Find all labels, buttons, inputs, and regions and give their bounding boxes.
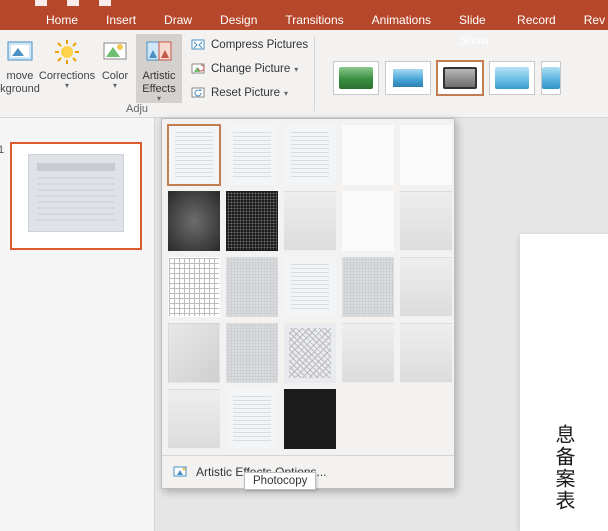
slide-thumbnail-1[interactable]: 1 [10, 142, 142, 250]
chevron-down-icon: ▾ [65, 81, 69, 90]
chevron-down-icon: ▾ [284, 89, 288, 98]
brightness-icon [53, 38, 81, 66]
artistic-effect-texturizer[interactable] [226, 323, 278, 383]
slide-thumbnail-pane[interactable]: 1 [0, 118, 155, 531]
picture-style-5[interactable] [541, 61, 561, 95]
tab-review[interactable]: Rev [570, 10, 608, 30]
artistic-effect-glass[interactable] [400, 257, 452, 317]
artistic-effect-line-drawing[interactable] [400, 125, 452, 185]
picture-styles-gallery[interactable] [315, 30, 561, 117]
tab-home[interactable]: Home [32, 10, 92, 30]
artistic-effects-label: Artistic Effects [142, 70, 175, 96]
artistic-effect-blur[interactable] [400, 191, 452, 251]
remove-background-label: move kground [0, 70, 40, 96]
artistic-effects-button[interactable]: Artistic Effects ▾ [136, 34, 182, 103]
artistic-effect-paint-strokes[interactable] [226, 191, 278, 251]
adjust-small-buttons: Compress Pictures Change Picture ▾ Reset… [186, 30, 314, 117]
artistic-effect-glow-edges[interactable] [284, 389, 336, 449]
picture-style-1[interactable] [333, 61, 379, 95]
artistic-effect-cutout[interactable] [168, 389, 220, 449]
artistic-effect-cement[interactable] [168, 323, 220, 383]
reset-picture-button[interactable]: Reset Picture ▾ [190, 82, 308, 104]
qat-icon[interactable] [67, 0, 79, 6]
corrections-button[interactable]: Corrections ▾ [40, 34, 94, 103]
reset-picture-label: Reset Picture [211, 87, 280, 99]
tooltip-photocopy: Photocopy [244, 472, 316, 490]
artistic-effect-none[interactable] [168, 125, 220, 185]
qat-icon[interactable] [99, 0, 111, 6]
slide-thumbnail-image [28, 154, 124, 232]
color-button[interactable]: Color ▾ [94, 34, 136, 103]
tab-slideshow[interactable]: Slide Show [445, 10, 503, 30]
compress-pictures-label: Compress Pictures [211, 39, 308, 51]
chevron-down-icon: ▾ [294, 65, 298, 74]
slide-text-vertical: 息备案表 [549, 424, 578, 512]
artistic-effect-paint-brush[interactable] [284, 191, 336, 251]
artistic-effect-mosaic-bubbles[interactable] [342, 257, 394, 317]
chevron-down-icon: ▾ [113, 81, 117, 90]
tab-insert[interactable]: Insert [92, 10, 150, 30]
ribbon: move kground Corrections ▾ Color ▾ Artis… [0, 30, 608, 118]
qat-icon[interactable] [35, 0, 47, 6]
artistic-effect-pastels-smooth[interactable] [342, 323, 394, 383]
picture-style-2[interactable] [385, 61, 431, 95]
artistic-effect-film-grain[interactable] [284, 257, 336, 317]
change-picture-icon [190, 61, 206, 77]
compress-icon [190, 37, 206, 53]
artistic-effect-glow-diffused[interactable] [342, 191, 394, 251]
reset-picture-icon [190, 85, 206, 101]
artistic-effect-plastic-wrap[interactable] [400, 323, 452, 383]
tab-animations[interactable]: Animations [358, 10, 445, 30]
artistic-effect-watercolor-sponge[interactable] [226, 257, 278, 317]
remove-background-button[interactable]: move kground [0, 34, 40, 103]
artistic-effect-crisscross-etching[interactable] [284, 323, 336, 383]
slide-canvas[interactable]: 息备案表 [520, 234, 608, 531]
tab-draw[interactable]: Draw [150, 10, 206, 30]
slide-number: 1 [0, 144, 4, 156]
picture-style-3[interactable] [437, 61, 483, 95]
compress-pictures-button[interactable]: Compress Pictures [190, 34, 308, 56]
artistic-effects-gallery: Artistic Effects Options... [161, 118, 455, 489]
artistic-effects-options-icon [172, 464, 188, 480]
ribbon-tabs: Home Insert Draw Design Transitions Anim… [0, 10, 608, 30]
artistic-effect-light-screen[interactable] [168, 257, 220, 317]
artistic-effect-chalk-sketch[interactable] [168, 191, 220, 251]
change-picture-button[interactable]: Change Picture ▾ [190, 58, 308, 80]
artistic-effect-pencil-grayscale[interactable] [284, 125, 336, 185]
artistic-effects-icon [145, 38, 173, 66]
tab-design[interactable]: Design [206, 10, 271, 30]
artistic-effect-marker[interactable] [226, 125, 278, 185]
group-label-adjust: Adju [120, 103, 186, 115]
artistic-effect-photocopy[interactable] [226, 389, 278, 449]
remove-background-icon [6, 38, 34, 66]
group-adjust: move kground Corrections ▾ Color ▾ Artis… [0, 30, 186, 117]
artistic-effects-grid [162, 119, 454, 455]
artistic-effect-pencil-sketch[interactable] [342, 125, 394, 185]
chevron-down-icon: ▾ [157, 94, 161, 103]
tab-transitions[interactable]: Transitions [271, 10, 357, 30]
title-bar [0, 0, 608, 10]
tab-record[interactable]: Record [503, 10, 570, 30]
picture-color-icon [101, 38, 129, 66]
picture-style-4[interactable] [489, 61, 535, 95]
change-picture-label: Change Picture [211, 63, 290, 75]
